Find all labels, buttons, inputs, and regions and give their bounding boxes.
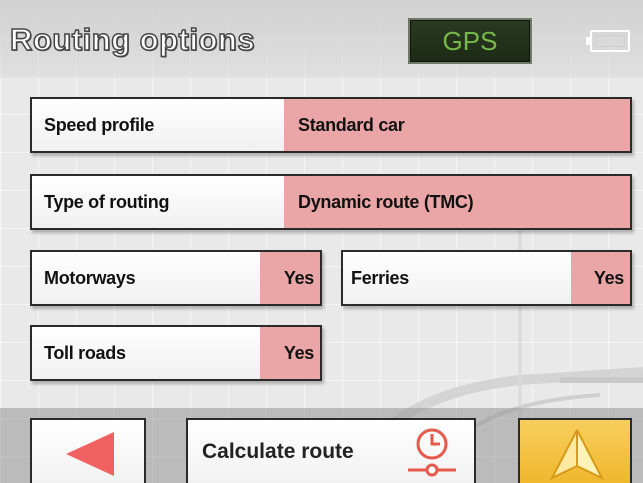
type-of-routing-value: Dynamic route (TMC)	[284, 176, 630, 228]
navigate-button[interactable]	[518, 418, 632, 483]
back-button[interactable]	[30, 418, 146, 483]
ferries-label: Ferries	[343, 252, 571, 304]
calculate-route-label: Calculate route	[202, 439, 354, 463]
ferries-option[interactable]: Ferries Yes	[341, 250, 632, 306]
gps-status-indicator: GPS	[408, 18, 532, 64]
clock-route-icon	[408, 428, 456, 477]
speed-profile-option[interactable]: Speed profile Standard car	[30, 97, 632, 153]
calculate-route-button[interactable]: Calculate route	[186, 418, 476, 483]
speed-profile-label: Speed profile	[32, 99, 284, 151]
ferries-value: Yes	[571, 252, 630, 304]
motorways-value: Yes	[260, 252, 320, 304]
battery-icon	[586, 30, 630, 52]
motorways-option[interactable]: Motorways Yes	[30, 250, 322, 306]
toll-roads-value: Yes	[260, 327, 320, 379]
left-triangle-icon	[66, 432, 114, 476]
type-of-routing-option[interactable]: Type of routing Dynamic route (TMC)	[30, 174, 632, 230]
motorways-label: Motorways	[32, 252, 260, 304]
toll-roads-option[interactable]: Toll roads Yes	[30, 325, 322, 381]
speed-profile-value: Standard car	[284, 99, 630, 151]
toll-roads-label: Toll roads	[32, 327, 260, 379]
navigation-arrow-icon	[549, 429, 605, 481]
type-of-routing-label: Type of routing	[32, 176, 284, 228]
header-bar: Routing options GPS	[0, 0, 643, 78]
page-title: Routing options	[9, 21, 256, 58]
